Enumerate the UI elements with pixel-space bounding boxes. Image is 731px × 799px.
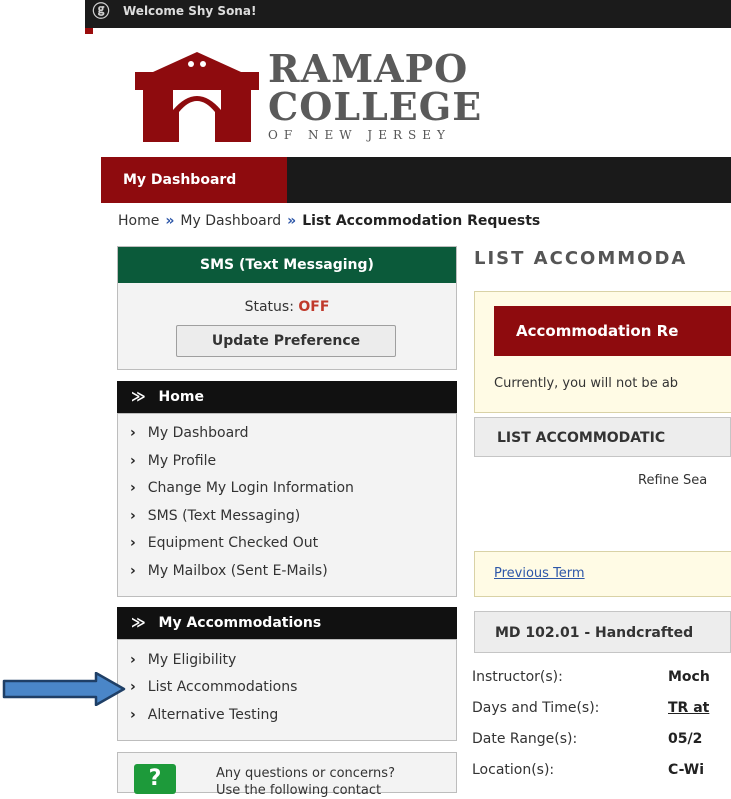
collapse-chevron-icon: ≫ bbox=[131, 615, 146, 631]
sidebar-item-alternative-testing[interactable]: › Alternative Testing bbox=[130, 707, 278, 723]
page-title: LIST ACCOMMODA bbox=[474, 248, 688, 269]
breadcrumb: Home » My Dashboard » List Accommodation Req… bbox=[118, 213, 540, 229]
notice-header: Accommodation Re bbox=[494, 306, 731, 356]
logo-text-college: COLLEGE bbox=[268, 84, 483, 129]
field-value-days-time[interactable]: TR at bbox=[668, 700, 709, 716]
field-value-location: C-Wi bbox=[668, 762, 705, 778]
refine-search-label[interactable]: Refine Sea bbox=[638, 473, 707, 488]
field-value-instructor: Moch bbox=[668, 669, 710, 685]
sidebar-item-label: My Dashboard bbox=[147, 425, 249, 441]
chevron-right-icon: › bbox=[130, 453, 136, 469]
nav-tab-my-dashboard[interactable]: My Dashboard bbox=[101, 157, 287, 203]
sidebar-item-label: Alternative Testing bbox=[147, 707, 279, 723]
sidebar-item-label: My Profile bbox=[147, 453, 217, 469]
ramapo-arch-logo-icon bbox=[135, 52, 259, 142]
sidebar-item-my-dashboard[interactable]: › My Dashboard bbox=[130, 425, 249, 441]
home-panel-title: Home bbox=[158, 389, 204, 405]
sidebar-item-list-accommodations[interactable]: › List Accommodations bbox=[130, 679, 297, 695]
chevron-right-icon: › bbox=[130, 535, 136, 551]
sidebar-item-mailbox[interactable]: › My Mailbox (Sent E-Mails) bbox=[130, 563, 328, 579]
sms-status: Status: OFF bbox=[118, 299, 456, 315]
sidebar-item-label: SMS (Text Messaging) bbox=[147, 508, 301, 524]
breadcrumb-dashboard[interactable]: My Dashboard bbox=[180, 213, 281, 229]
chevron-right-icon: › bbox=[130, 679, 136, 695]
pointer-arrow-icon bbox=[2, 672, 126, 706]
sidebar-item-sms[interactable]: › SMS (Text Messaging) bbox=[130, 508, 300, 524]
sidebar-item-label: My Mailbox (Sent E-Mails) bbox=[147, 563, 328, 579]
course-header: MD 102.01 - Handcrafted bbox=[474, 611, 731, 653]
breadcrumb-separator: » bbox=[165, 213, 175, 229]
help-text-line: Any questions or concerns? bbox=[216, 766, 395, 781]
field-value-date-range: 05/2 bbox=[668, 731, 703, 747]
breadcrumb-separator: » bbox=[287, 213, 297, 229]
help-text: Any questions or concerns? Use the follo… bbox=[216, 765, 446, 799]
help-icon: ? bbox=[134, 764, 176, 794]
field-label-location: Location(s): bbox=[472, 762, 555, 778]
chevron-right-icon: › bbox=[130, 480, 136, 496]
sidebar-item-label: My Eligibility bbox=[147, 652, 237, 668]
chevron-right-icon: › bbox=[130, 425, 136, 441]
logo-text-nj: OF NEW JERSEY bbox=[268, 128, 451, 142]
sidebar-item-equipment[interactable]: › Equipment Checked Out bbox=[130, 535, 318, 551]
field-label-date-range: Date Range(s): bbox=[472, 731, 578, 747]
home-panel-header[interactable]: ≫ Home bbox=[117, 381, 457, 413]
welcome-text: Welcome Shy Sona! bbox=[123, 4, 257, 18]
sidebar-item-my-eligibility[interactable]: › My Eligibility bbox=[130, 652, 236, 668]
field-label-instructor: Instructor(s): bbox=[472, 669, 563, 685]
sms-status-value: OFF bbox=[298, 299, 330, 315]
top-bar: ⓖ Welcome Shy Sona! bbox=[85, 0, 731, 28]
list-section-header: LIST ACCOMMODATIC bbox=[474, 417, 731, 457]
chevron-right-icon: › bbox=[130, 508, 136, 524]
sms-panel-title: SMS (Text Messaging) bbox=[118, 247, 456, 283]
collapse-chevron-icon: ≫ bbox=[131, 389, 146, 405]
chevron-right-icon: › bbox=[130, 563, 136, 579]
breadcrumb-current: List Accommodation Requests bbox=[302, 213, 541, 229]
chevron-right-icon: › bbox=[130, 707, 136, 723]
notice-text: Currently, you will not be ab bbox=[494, 376, 679, 391]
accommodations-panel-title: My Accommodations bbox=[158, 615, 322, 631]
breadcrumb-home[interactable]: Home bbox=[118, 213, 159, 229]
sidebar-item-label: List Accommodations bbox=[147, 679, 298, 695]
sidebar-item-label: Change My Login Information bbox=[147, 480, 354, 496]
chevron-right-icon: › bbox=[130, 652, 136, 668]
red-edge-accent bbox=[85, 28, 93, 34]
nav-tab-label: My Dashboard bbox=[123, 172, 237, 188]
sms-status-label: Status: bbox=[244, 299, 294, 315]
sidebar-item-change-login[interactable]: › Change My Login Information bbox=[130, 480, 354, 496]
previous-term-link[interactable]: Previous Term bbox=[494, 566, 585, 581]
field-label-days-time: Days and Time(s): bbox=[472, 700, 600, 716]
user-badge-icon[interactable]: ⓖ bbox=[91, 2, 111, 22]
sidebar-item-label: Equipment Checked Out bbox=[147, 535, 319, 551]
sidebar-item-my-profile[interactable]: › My Profile bbox=[130, 453, 216, 469]
accommodations-panel-header[interactable]: ≫ My Accommodations bbox=[117, 607, 457, 639]
update-preference-button[interactable]: Update Preference bbox=[176, 325, 396, 357]
